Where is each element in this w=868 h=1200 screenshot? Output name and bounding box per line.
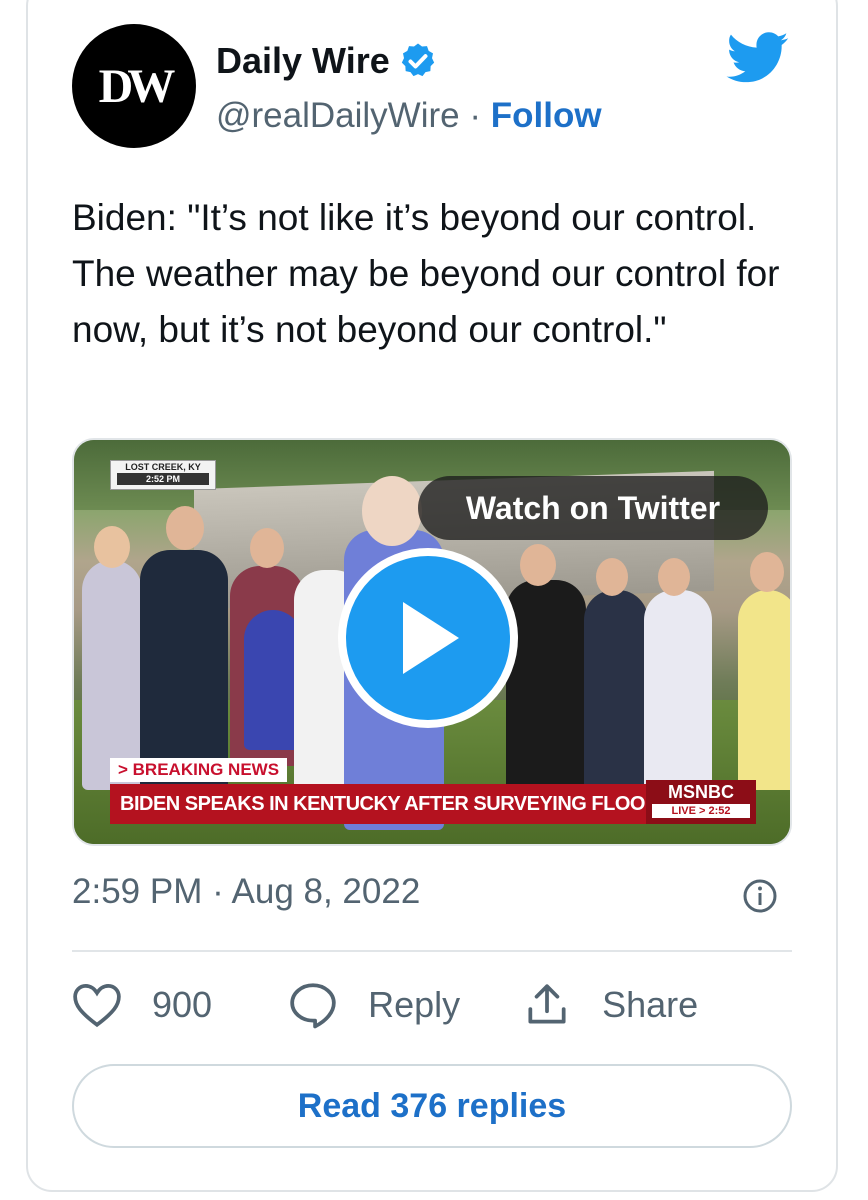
share-button[interactable]: Share <box>522 980 698 1030</box>
tweet-text: Biden: "It’s not like it’s beyond our co… <box>72 197 780 350</box>
video-person-head <box>596 558 628 596</box>
tweet-timestamp[interactable]: 2:59 PM · Aug 8, 2022 <box>72 872 420 912</box>
video-person <box>82 560 142 790</box>
like-count: 900 <box>152 984 213 1025</box>
network-name: MSNBC <box>668 782 734 802</box>
video-person-head <box>94 526 130 568</box>
video-person-head <box>520 544 556 586</box>
avatar[interactable]: DW <box>72 24 196 148</box>
video-person <box>506 580 586 800</box>
video-location-time: 2:52 PM <box>117 473 209 485</box>
play-button[interactable] <box>338 548 518 728</box>
tweet-actions: 900 Reply Share <box>72 980 698 1030</box>
avatar-logo-text: DW <box>98 59 176 113</box>
follow-button[interactable]: Follow <box>491 96 602 135</box>
handle-separator: · <box>469 96 482 135</box>
video-person-head <box>166 506 204 550</box>
breaking-news-label: > BREAKING NEWS <box>110 758 288 782</box>
video-person <box>644 590 712 790</box>
video-person <box>738 590 790 790</box>
share-label: Share <box>602 984 699 1025</box>
read-replies-button[interactable]: Read 376 replies <box>72 1064 792 1148</box>
watch-on-twitter-button[interactable]: Watch on Twitter <box>418 476 768 540</box>
author-handle[interactable]: @realDailyWire <box>216 96 460 135</box>
share-icon <box>528 984 566 1024</box>
video-person-head <box>750 552 784 592</box>
reply-button[interactable]: Reply <box>288 981 460 1029</box>
verified-badge-icon <box>401 43 434 77</box>
live-label: LIVE > 2:52 <box>652 804 750 818</box>
divider <box>72 950 792 952</box>
video-location: LOST CREEK, KY <box>125 462 201 472</box>
video-location-box: LOST CREEK, KY 2:52 PM <box>110 460 216 490</box>
author-name-row: Daily Wire <box>216 40 438 82</box>
reply-icon <box>290 983 336 1029</box>
video-person-head <box>658 558 690 596</box>
heart-icon <box>73 983 121 1028</box>
reply-label: Reply <box>368 984 461 1025</box>
video-person-head <box>250 528 284 568</box>
video-player[interactable]: LOST CREEK, KY 2:52 PM Watch on Twitter … <box>72 438 792 846</box>
video-person <box>584 590 648 800</box>
info-icon[interactable] <box>742 878 778 914</box>
author-name[interactable]: Daily Wire <box>216 40 390 82</box>
like-button[interactable]: 900 <box>72 982 212 1028</box>
play-icon <box>403 602 459 674</box>
author-handle-row: @realDailyWire · Follow <box>216 96 602 136</box>
video-person-head <box>362 476 422 546</box>
twitter-bird-icon[interactable] <box>726 32 790 84</box>
network-logo: MSNBC LIVE > 2:52 <box>646 780 756 824</box>
